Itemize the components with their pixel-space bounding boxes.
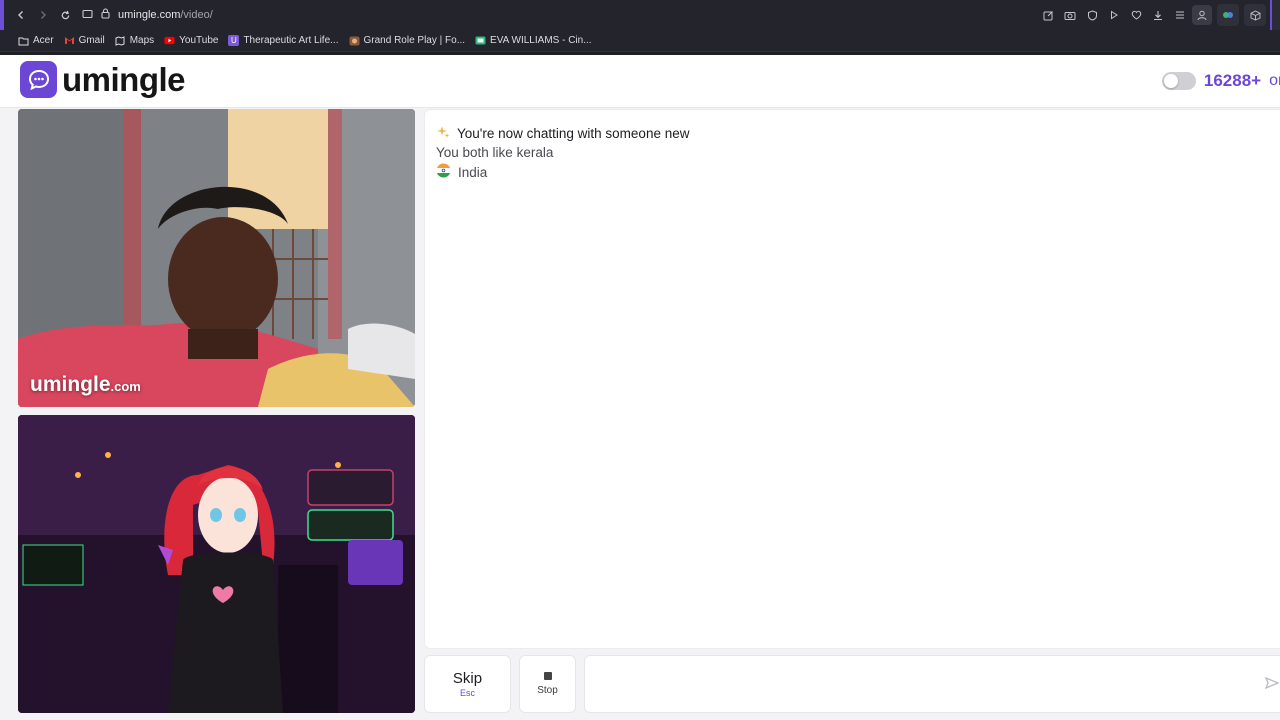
chat-interest-message: You both like kerala — [436, 145, 553, 160]
stop-button[interactable]: Stop — [519, 655, 576, 713]
chat-country-message: India — [436, 163, 487, 181]
stranger-video-frame — [18, 109, 415, 407]
maps-icon — [115, 35, 126, 46]
site-icon — [349, 35, 360, 46]
folder-icon — [18, 35, 29, 46]
lock-icon[interactable] — [101, 6, 110, 24]
page: umingle 16288+ onli um — [0, 55, 1280, 720]
bookmark-gmail[interactable]: Gmail — [64, 35, 105, 46]
back-icon[interactable] — [10, 4, 32, 26]
site-icon: U — [228, 35, 240, 46]
heart-icon[interactable] — [1126, 5, 1146, 25]
bookmark-label: Maps — [129, 35, 155, 46]
menu-icon[interactable] — [1170, 5, 1190, 25]
stranger-video: umingle.com — [18, 109, 415, 407]
play-icon[interactable] — [1104, 5, 1124, 25]
bookmark-label: Acer — [33, 35, 54, 46]
bookmark-grand-role-play[interactable]: Grand Role Play | Fo... — [349, 35, 466, 46]
address-bar[interactable]: umingle.com/video/ — [82, 0, 1038, 30]
skip-label: Skip — [452, 670, 483, 687]
bookmark-label: YouTube — [179, 35, 219, 46]
video-watermark: umingle.com — [30, 373, 141, 397]
chat-bubble-icon[interactable] — [20, 61, 57, 98]
browser-toolbar: umingle.com/video/ — [0, 0, 1280, 30]
gmail-icon — [64, 35, 75, 46]
url-path: /video/ — [180, 9, 213, 21]
extension-icon[interactable] — [1217, 4, 1239, 26]
bookmark-label: Grand Role Play | Fo... — [363, 35, 466, 46]
self-video-frame — [18, 415, 415, 713]
stop-icon — [543, 672, 552, 680]
forward-icon[interactable] — [32, 4, 54, 26]
camera-icon[interactable] — [1060, 5, 1080, 25]
skip-button[interactable]: Skip Esc — [424, 655, 511, 713]
online-count: 16288+ — [1203, 71, 1262, 90]
edit-icon[interactable] — [1038, 5, 1058, 25]
sidebar-edge — [1270, 0, 1280, 30]
bookmark-label: Gmail — [78, 35, 105, 46]
stop-label: Stop — [537, 685, 558, 696]
url-text[interactable]: umingle.com/video/ — [118, 9, 213, 21]
sparkle-icon — [436, 125, 450, 142]
online-status: 16288+ onli — [1161, 71, 1280, 91]
chat-system-message: You're now chatting with someone new — [436, 125, 689, 142]
online-label: onli — [1269, 72, 1280, 89]
bookmarks-bar: Acer Gmail Maps YouTube U Therapeutic Ar… — [0, 30, 1280, 52]
theme-toggle[interactable] — [1161, 72, 1196, 90]
bookmark-eva-williams[interactable]: EVA WILLIAMS - Cin... — [475, 35, 592, 46]
bookmark-label: Therapeutic Art Life... — [243, 35, 339, 46]
message-input[interactable] — [584, 655, 1280, 713]
toolbar-icons — [1038, 4, 1266, 26]
watermark-name: umingle — [30, 373, 111, 396]
bookmark-maps[interactable]: Maps — [115, 35, 154, 46]
tab-icon — [82, 6, 93, 24]
youtube-icon — [164, 35, 175, 46]
url-domain: umingle.com — [118, 9, 181, 21]
skip-shortcut: Esc — [459, 688, 475, 698]
bookmark-youtube[interactable]: YouTube — [164, 35, 218, 46]
bookmark-therapeutic-art[interactable]: U Therapeutic Art Life... — [228, 35, 339, 46]
chat-message-text: You're now chatting with someone new — [457, 126, 690, 141]
bookmark-acer[interactable]: Acer — [18, 35, 54, 46]
watermark-domain: .com — [110, 379, 141, 394]
site-header: umingle 16288+ onli — [0, 55, 1280, 108]
bookmark-label: EVA WILLIAMS - Cin... — [490, 35, 592, 46]
profile-icon[interactable] — [1192, 5, 1212, 25]
site-icon — [475, 35, 486, 46]
chat-message-text: India — [458, 164, 488, 180]
send-icon[interactable] — [1264, 676, 1280, 693]
shield-icon[interactable] — [1082, 5, 1102, 25]
logo-text[interactable]: umingle — [62, 61, 186, 99]
reload-icon[interactable] — [54, 4, 76, 26]
india-flag-icon — [436, 163, 451, 181]
box-icon[interactable] — [1244, 4, 1266, 26]
chat-panel: You're now chatting with someone new You… — [424, 109, 1280, 649]
self-video — [18, 415, 415, 713]
chat-message-text: You both like kerala — [436, 145, 554, 160]
browser-edge — [0, 0, 4, 30]
download-icon[interactable] — [1148, 5, 1168, 25]
